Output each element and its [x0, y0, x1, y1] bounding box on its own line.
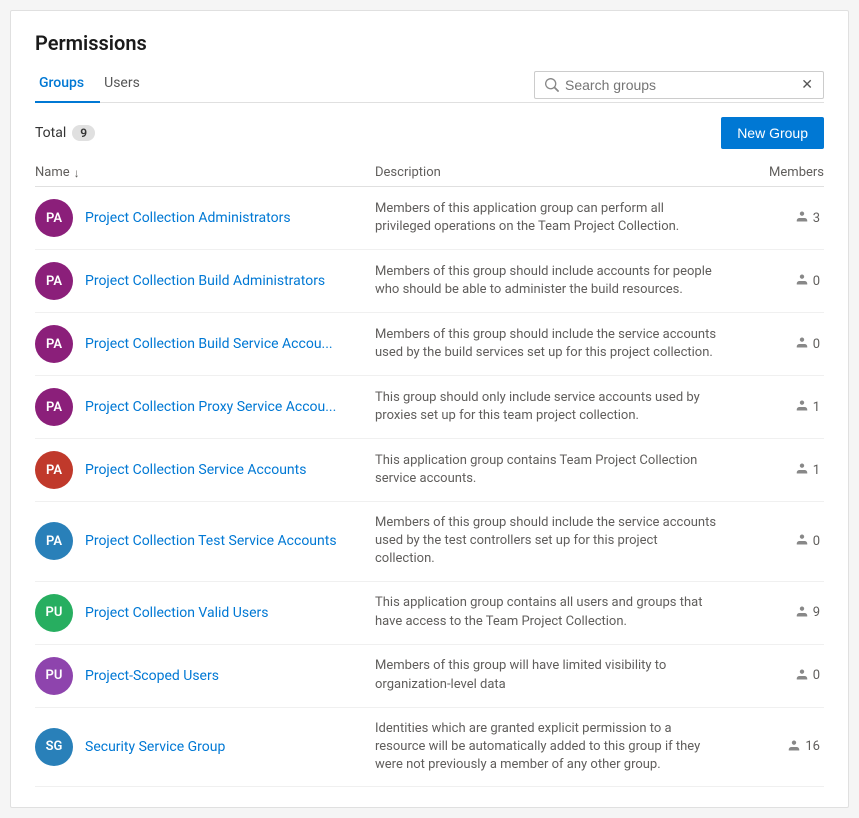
avatar: PA [35, 522, 73, 560]
name-cell: PA Project Collection Service Accounts [35, 451, 375, 489]
members-icon [795, 400, 809, 414]
total-badge: Total 9 [35, 125, 95, 141]
table-row: PU Project-Scoped Users Members of this … [35, 645, 824, 708]
tabs: Groups Users [35, 67, 156, 102]
table-body: PA Project Collection Administrators Mem… [35, 187, 824, 787]
avatar: PA [35, 325, 73, 363]
name-cell: PA Project Collection Build Service Acco… [35, 325, 375, 363]
table-row: PA Project Collection Service Accounts T… [35, 439, 824, 502]
description-cell: Members of this group should include acc… [375, 263, 734, 299]
group-name-link[interactable]: Project Collection Service Accounts [85, 462, 306, 478]
name-cell: SG Security Service Group [35, 728, 375, 766]
avatar: PA [35, 262, 73, 300]
members-icon [795, 211, 809, 225]
group-name-link[interactable]: Project Collection Build Administrators [85, 273, 325, 289]
page-container: Permissions Groups Users ✕ Total 9 New G… [10, 10, 849, 808]
members-count: 16 [805, 739, 820, 754]
description-cell: Members of this group should include the… [375, 326, 734, 362]
name-cell: PA Project Collection Build Administrato… [35, 262, 375, 300]
members-cell: 1 [734, 400, 824, 415]
group-name-link[interactable]: Security Service Group [85, 739, 225, 755]
group-name-link[interactable]: Project-Scoped Users [85, 668, 219, 684]
avatar: PA [35, 451, 73, 489]
avatar: SG [35, 728, 73, 766]
members-cell: 0 [734, 668, 824, 683]
description-cell: This application group contains Team Pro… [375, 452, 734, 488]
description-cell: This group should only include service a… [375, 389, 734, 425]
col-members-header: Members [734, 165, 824, 180]
members-count: 0 [813, 534, 820, 549]
tab-users[interactable]: Users [100, 67, 156, 103]
group-name-link[interactable]: Project Collection Test Service Accounts [85, 533, 337, 549]
description-cell: This application group contains all user… [375, 594, 734, 630]
name-cell: PA Project Collection Test Service Accou… [35, 522, 375, 560]
table-row: PA Project Collection Build Administrato… [35, 250, 824, 313]
members-cell: 3 [734, 211, 824, 226]
members-count: 9 [813, 605, 820, 620]
members-icon [795, 669, 809, 683]
new-group-button[interactable]: New Group [721, 117, 824, 149]
description-cell: Members of this group should include the… [375, 514, 734, 569]
table-row: PA Project Collection Administrators Mem… [35, 187, 824, 250]
members-cell: 9 [734, 605, 824, 620]
members-count: 0 [813, 668, 820, 683]
table-header: Name ↓ Description Members [35, 159, 824, 187]
clear-search-icon[interactable]: ✕ [801, 77, 813, 93]
avatar: PU [35, 657, 73, 695]
search-input[interactable] [565, 77, 795, 93]
col-description-header: Description [375, 165, 734, 180]
avatar: PA [35, 199, 73, 237]
members-count: 0 [813, 337, 820, 352]
col-name-header: Name ↓ [35, 165, 375, 180]
members-icon [795, 274, 809, 288]
avatar: PA [35, 388, 73, 426]
group-name-link[interactable]: Project Collection Build Service Accou..… [85, 336, 333, 352]
members-cell: 16 [734, 739, 824, 754]
name-cell: PA Project Collection Proxy Service Acco… [35, 388, 375, 426]
table-row: PA Project Collection Build Service Acco… [35, 313, 824, 376]
name-cell: PU Project-Scoped Users [35, 657, 375, 695]
total-label: Total [35, 125, 66, 141]
description-cell: Members of this application group can pe… [375, 200, 734, 236]
description-cell: Identities which are granted explicit pe… [375, 720, 734, 775]
table-row: PA Project Collection Test Service Accou… [35, 502, 824, 582]
sort-arrow-icon[interactable]: ↓ [74, 166, 80, 180]
table-row: PU Project Collection Valid Users This a… [35, 582, 824, 645]
members-icon [787, 740, 801, 754]
table-row: PA Project Collection Proxy Service Acco… [35, 376, 824, 439]
members-count: 0 [813, 274, 820, 289]
group-name-link[interactable]: Project Collection Administrators [85, 210, 291, 226]
table-row: SG Security Service Group Identities whi… [35, 708, 824, 788]
search-box: ✕ [534, 71, 824, 99]
group-name-link[interactable]: Project Collection Proxy Service Accou..… [85, 399, 336, 415]
members-count: 1 [813, 463, 820, 478]
search-icon [545, 78, 559, 92]
name-cell: PU Project Collection Valid Users [35, 594, 375, 632]
members-cell: 0 [734, 337, 824, 352]
members-cell: 1 [734, 463, 824, 478]
page-title: Permissions [35, 31, 824, 55]
tabs-search-row: Groups Users ✕ [35, 67, 824, 103]
members-cell: 0 [734, 274, 824, 289]
avatar: PU [35, 594, 73, 632]
members-count: 1 [813, 400, 820, 415]
members-cell: 0 [734, 534, 824, 549]
name-cell: PA Project Collection Administrators [35, 199, 375, 237]
description-cell: Members of this group will have limited … [375, 657, 734, 693]
members-icon [795, 463, 809, 477]
members-icon [795, 534, 809, 548]
members-count: 3 [813, 211, 820, 226]
members-icon [795, 606, 809, 620]
group-name-link[interactable]: Project Collection Valid Users [85, 605, 269, 621]
count-badge: 9 [72, 125, 95, 141]
toolbar-row: Total 9 New Group [35, 103, 824, 159]
tab-groups[interactable]: Groups [35, 67, 100, 103]
members-icon [795, 337, 809, 351]
